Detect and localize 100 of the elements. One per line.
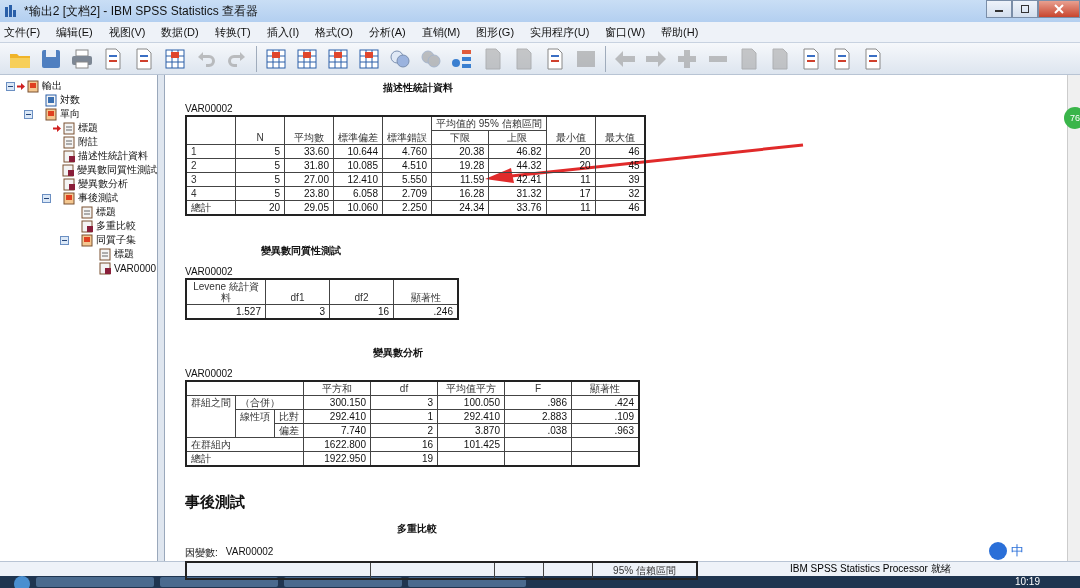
table-cell: 2.883 [504, 409, 572, 424]
column-header: df [370, 381, 438, 396]
collapse-toggle-icon[interactable] [24, 109, 33, 119]
column-header: Levene 統計資料 [186, 279, 266, 305]
table-cell: 3.870 [437, 423, 505, 438]
tree-item[interactable]: 輸出 [17, 79, 62, 93]
table-cell: .109 [571, 409, 639, 424]
menu-item[interactable]: 实用程序(U) [530, 24, 590, 40]
tree-item[interactable]: 標題 [53, 121, 98, 135]
tree-item[interactable]: VAR0000 [89, 261, 157, 275]
table-page-icon [63, 149, 76, 163]
table-cell: 5 [235, 144, 285, 159]
taskbar-button[interactable] [284, 577, 402, 587]
table-cell: 4.760 [382, 144, 432, 159]
table-cell: .038 [504, 423, 572, 438]
row-label: 2 [186, 158, 236, 173]
menu-item[interactable]: 分析(A) [369, 24, 406, 40]
column-header: 標準錯誤 [382, 116, 432, 145]
tree-item[interactable]: 描述性統計資料 [53, 149, 148, 163]
taskbar-button[interactable] [160, 577, 278, 587]
grid-icon[interactable] [295, 46, 319, 71]
table-title: 描述性統計資料 [383, 81, 454, 95]
start-button[interactable] [14, 576, 30, 588]
column-header: 顯著性 [571, 381, 639, 396]
table-page-icon [99, 261, 112, 275]
table-cell: 27.00 [284, 172, 334, 187]
grid-icon[interactable] [326, 46, 350, 71]
variable-label: VAR00002 [225, 546, 274, 559]
column-header: N [235, 116, 285, 145]
table-cell: 32 [595, 186, 645, 201]
row-label: 1 [186, 144, 236, 159]
table-cell: 2.709 [382, 186, 432, 201]
tree-item[interactable]: 標題 [89, 247, 134, 261]
collapse-toggle-icon[interactable] [6, 81, 15, 91]
menu-item[interactable]: 编辑(E) [56, 24, 93, 40]
tree-item[interactable]: 対数 [35, 93, 80, 107]
table-cell: 16.28 [431, 186, 489, 201]
table-title: 多重比較 [397, 522, 438, 536]
tree-item[interactable]: 標題 [71, 205, 116, 219]
column-header: 最小值 [546, 116, 596, 145]
row-label: 4 [186, 186, 236, 201]
tree-item[interactable]: 變異數同質性測試 [52, 163, 157, 177]
row-label: 在群組內 [186, 437, 304, 452]
tree-item[interactable]: 事後測試 [53, 191, 118, 205]
table-cell: 1 [370, 409, 438, 424]
folder-book-icon [45, 107, 58, 121]
page-icon [81, 205, 94, 219]
log-book-icon [45, 93, 58, 107]
tree-item[interactable]: 變異數分析 [53, 177, 128, 191]
menu-item[interactable]: 窗口(W) [605, 24, 646, 40]
menu-item[interactable]: 转换(T) [214, 24, 251, 40]
menu-item[interactable]: 格式(O) [315, 24, 353, 40]
table-cell: 10.085 [333, 158, 383, 173]
minimize-button[interactable] [986, 0, 1012, 18]
table-cell: 5 [235, 186, 285, 201]
column-header: df2 [329, 279, 394, 305]
variable-label: VAR00002 [185, 368, 234, 379]
taskbar-button[interactable] [408, 577, 526, 587]
table-cell: 31.32 [488, 186, 547, 201]
folder-book-icon [81, 233, 94, 247]
page-icon [63, 135, 76, 149]
row-label: 3 [186, 172, 236, 187]
maximize-button[interactable] [1012, 0, 1038, 18]
column-header: df1 [265, 279, 330, 305]
tree-item[interactable]: 多重比較 [71, 219, 136, 233]
table-cell: 5 [235, 172, 285, 187]
menu-item[interactable]: 插入(I) [266, 24, 300, 40]
collapse-toggle-icon[interactable] [42, 193, 51, 203]
column-group-header: 平均值的 95% 信賴區間 [431, 116, 547, 131]
tree-item[interactable]: 單向 [35, 107, 80, 121]
menu-item[interactable]: 数据(D) [161, 24, 199, 40]
folder-book-icon [27, 79, 40, 93]
collapse-toggle-icon[interactable] [60, 235, 69, 245]
table-cell: 300.150 [303, 395, 371, 410]
grid-icon[interactable] [264, 46, 288, 71]
variable-label: VAR00002 [185, 266, 234, 277]
printer-icon[interactable] [70, 46, 94, 71]
tree-item[interactable]: 同質子集 [71, 233, 136, 247]
column-header: 上限 [488, 130, 547, 145]
table-cell: 7.740 [303, 423, 371, 438]
menu-item[interactable]: 帮助(H) [661, 24, 699, 40]
table-cell: 101.425 [437, 437, 505, 452]
menu-item[interactable]: 直销(M) [421, 24, 461, 40]
menu-item[interactable]: 图形(G) [476, 24, 515, 40]
menu-item[interactable]: 视图(V) [108, 24, 146, 40]
close-button[interactable] [1038, 0, 1080, 18]
row-label: 偏差 [274, 423, 304, 438]
table-title: 變異數分析 [373, 346, 424, 360]
tree-item[interactable]: 附註 [53, 135, 98, 149]
menu-item[interactable]: 文件(F) [4, 24, 41, 40]
table-cell: 20 [546, 144, 596, 159]
grid-icon[interactable] [357, 46, 381, 71]
table-cell: 100.050 [437, 395, 505, 410]
table-cell: 4.510 [382, 158, 432, 173]
grid-icon[interactable] [163, 46, 187, 71]
clock: 10:19 [1014, 576, 1040, 588]
table-cell: 20.38 [431, 144, 489, 159]
page-icon [99, 247, 112, 261]
table-cell: 292.410 [437, 409, 505, 424]
row-label: （合併） [235, 395, 304, 410]
